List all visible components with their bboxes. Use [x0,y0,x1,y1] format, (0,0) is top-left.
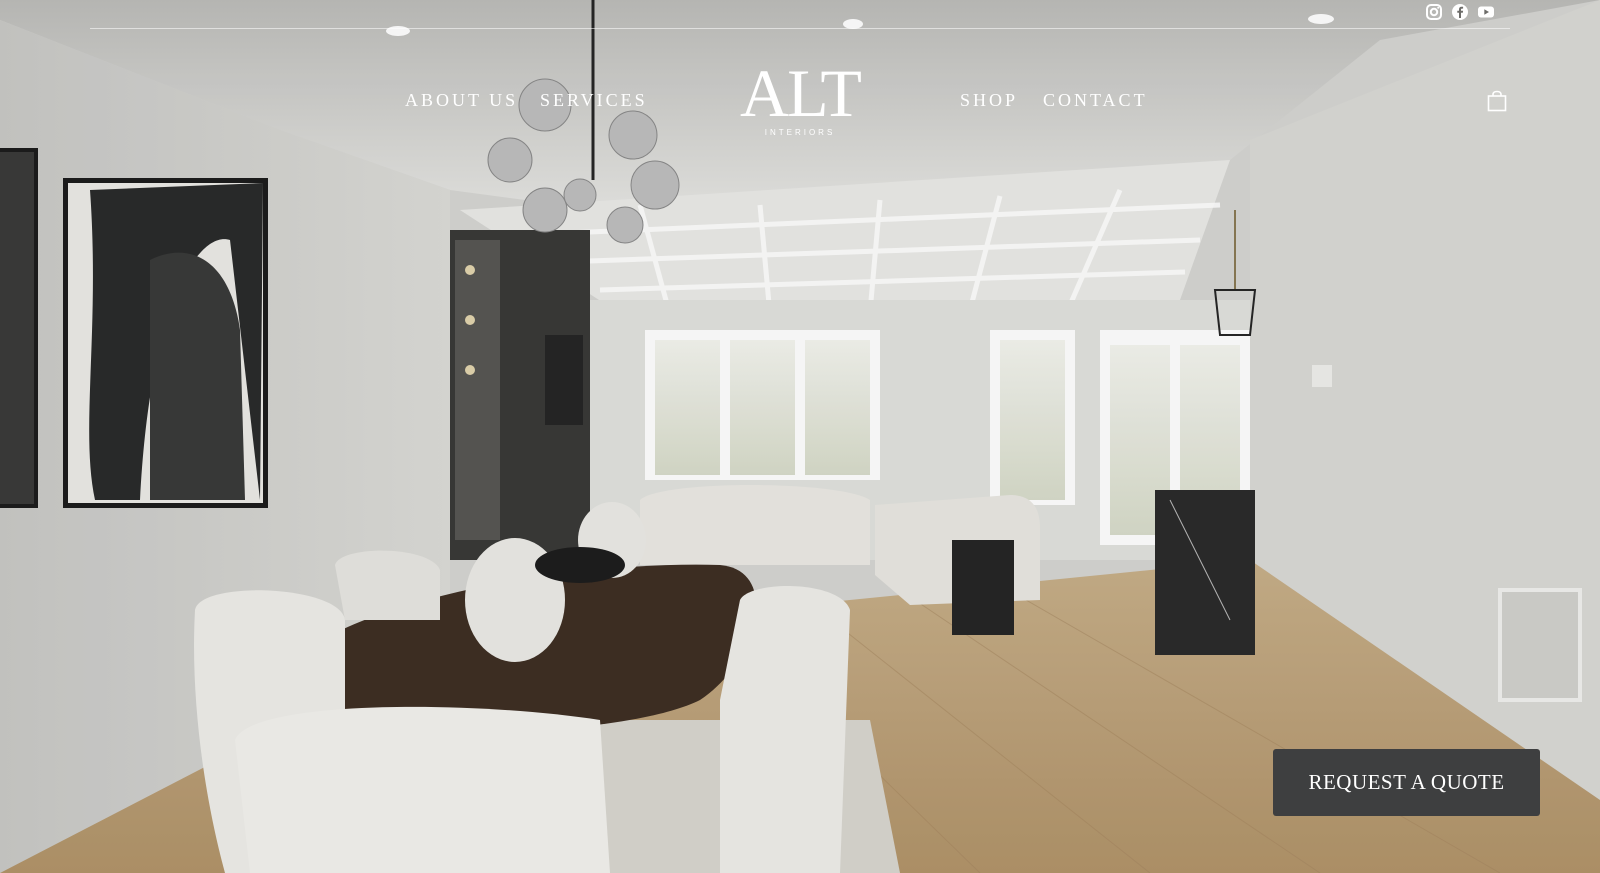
youtube-icon[interactable] [1477,3,1495,21]
logo-sub: INTERIORS [764,128,836,137]
request-quote-button[interactable]: REQUEST A QUOTE [1273,749,1540,816]
nav-contact[interactable]: CONTACT [1043,90,1148,111]
header-divider [90,28,1510,29]
nav-about-us[interactable]: ABOUT US [405,90,518,111]
site-logo[interactable]: ALT INTERIORS [735,58,865,143]
logo-main: ALT [740,55,862,131]
shopping-bag-icon[interactable] [1486,90,1508,112]
facebook-icon[interactable] [1451,3,1469,21]
nav-shop[interactable]: SHOP [960,90,1018,111]
nav-services[interactable]: SERVICES [540,90,648,111]
instagram-icon[interactable] [1425,3,1443,21]
social-links [1425,3,1495,21]
